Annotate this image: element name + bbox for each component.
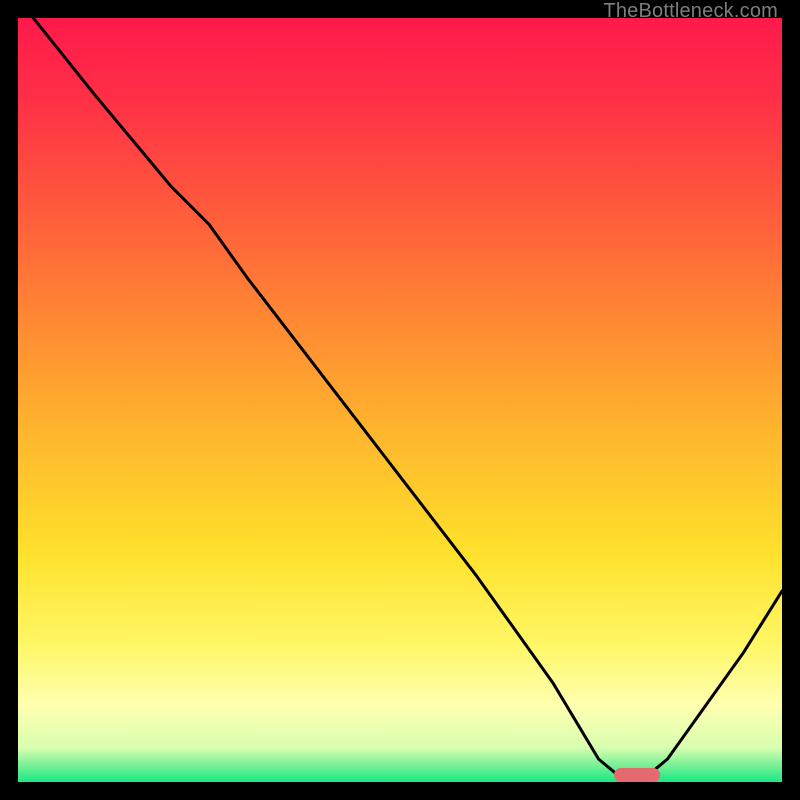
optimal-range-marker [614,768,660,782]
background-heat-gradient [18,18,782,782]
chart-frame [18,18,782,782]
